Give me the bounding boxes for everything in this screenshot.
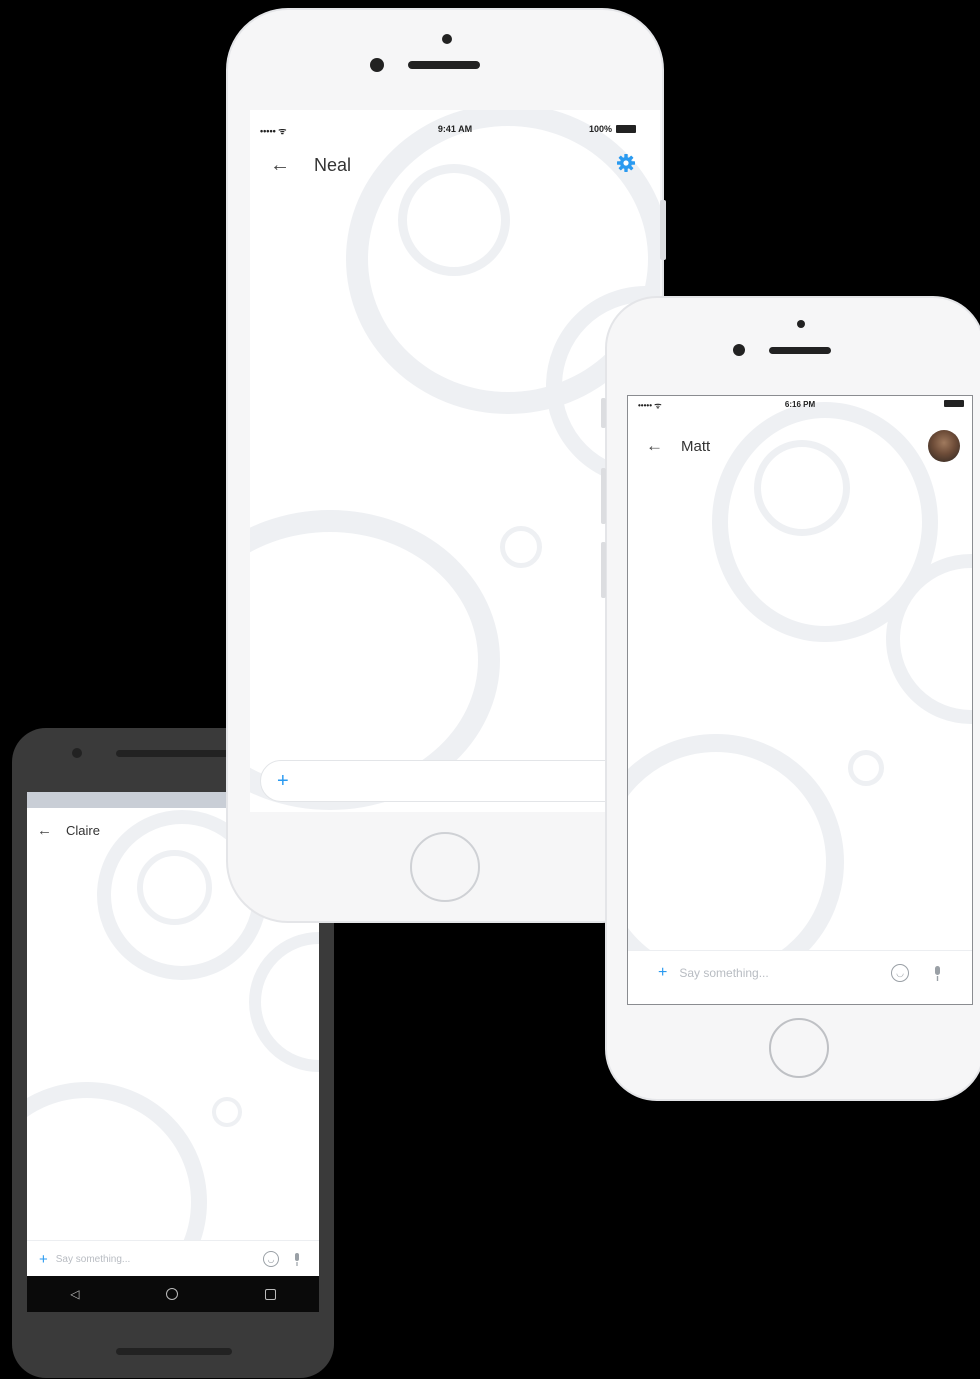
avatar[interactable]: [928, 430, 960, 462]
emoji-icon[interactable]: ◡: [891, 964, 909, 982]
battery-indicator: 100%: [589, 124, 636, 134]
earpiece: [769, 347, 831, 354]
chat-header: ← Neal: [250, 152, 660, 178]
side-button: [601, 542, 606, 598]
add-attachment-icon[interactable]: +: [39, 1251, 48, 1268]
iphone-center-screen: ••••• ᯤ 9:41 AM 100% ← Neal +: [250, 110, 660, 812]
nav-home-icon[interactable]: [166, 1288, 179, 1300]
message-composer[interactable]: + Say something... ◡: [628, 950, 972, 995]
bg-ring: [500, 526, 542, 568]
message-input[interactable]: Say something...: [679, 966, 891, 980]
message-composer[interactable]: +: [260, 760, 660, 802]
add-attachment-icon[interactable]: +: [658, 964, 667, 982]
conversation-title: Neal: [314, 154, 352, 175]
front-camera: [797, 320, 805, 328]
conversation-title: Matt: [681, 437, 711, 455]
back-arrow-icon[interactable]: ←: [646, 436, 663, 456]
status-time: 6:16 PM: [784, 400, 816, 409]
back-arrow-icon[interactable]: ←: [270, 154, 290, 177]
side-button: [660, 200, 666, 260]
android-composer[interactable]: + Say something... ◡: [27, 1240, 319, 1277]
mic-icon[interactable]: [293, 1252, 301, 1266]
proximity-dot: [370, 58, 384, 72]
battery-icon: [616, 125, 636, 133]
bg-ring: [212, 1097, 242, 1127]
gear-icon[interactable]: [616, 153, 636, 178]
iphone-center: ••••• ᯤ 9:41 AM 100% ← Neal +: [226, 8, 666, 923]
android-nav-bar: ◁: [27, 1276, 319, 1312]
android-camera: [72, 748, 82, 758]
nav-recents-icon[interactable]: [264, 1288, 276, 1300]
iphone-right: ••••• ᯤ 6:16 PM ← Matt + Say something..…: [601, 296, 980, 1101]
conversation-title: Claire: [66, 822, 100, 838]
battery-icon: [944, 400, 964, 407]
battery-indicator: [944, 400, 964, 407]
side-button: [601, 468, 606, 524]
mic-icon[interactable]: [933, 965, 942, 981]
android-bottom-speaker: [116, 1348, 232, 1355]
earpiece: [408, 61, 480, 69]
bg-ring: [137, 850, 212, 925]
side-button: [601, 398, 606, 428]
ios-status-bar: ••••• ᯤ 6:16 PM: [628, 400, 972, 414]
chat-header: ← Matt: [628, 430, 972, 462]
back-arrow-icon[interactable]: ←: [37, 822, 52, 839]
home-button[interactable]: [410, 832, 480, 902]
bg-ring: [249, 932, 319, 1072]
android-speaker: [116, 750, 232, 757]
ios-status-bar: ••••• ᯤ 9:41 AM 100%: [250, 124, 660, 138]
home-button[interactable]: [769, 1018, 829, 1078]
bg-ring: [848, 750, 884, 786]
iphone-right-screen: ••••• ᯤ 6:16 PM ← Matt + Say something..…: [627, 395, 973, 1005]
nav-back-icon[interactable]: ◁: [70, 1287, 79, 1301]
message-input[interactable]: Say something...: [56, 1254, 263, 1265]
bg-ring: [398, 164, 510, 276]
front-camera: [442, 34, 452, 44]
battery-percent: 100%: [588, 124, 612, 134]
proximity-dot: [733, 344, 745, 356]
emoji-icon[interactable]: ◡: [263, 1251, 279, 1267]
add-attachment-icon[interactable]: +: [277, 770, 289, 793]
